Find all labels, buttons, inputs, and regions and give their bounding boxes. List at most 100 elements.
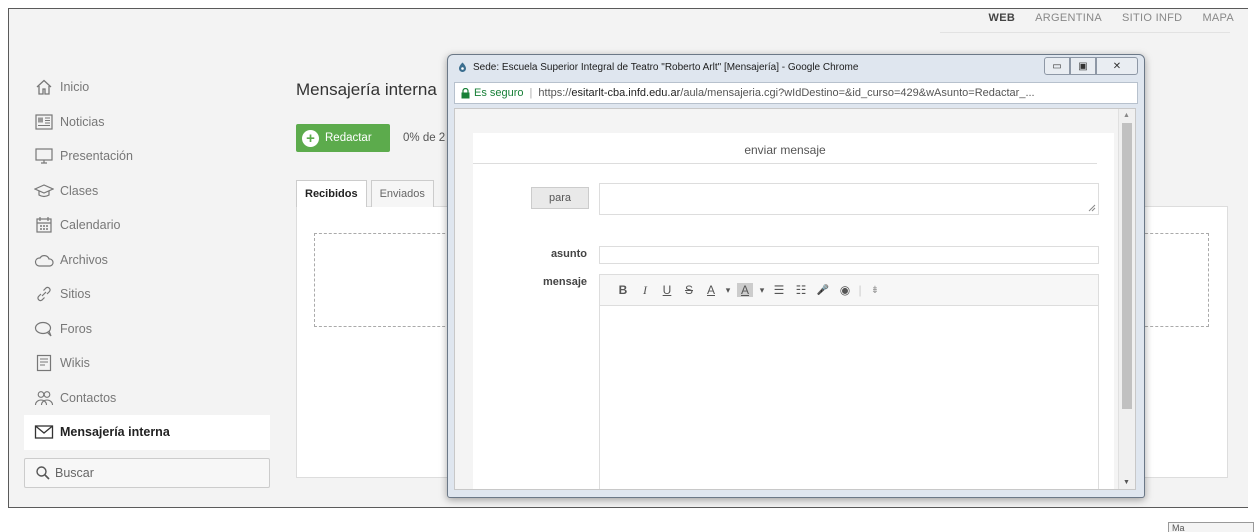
page-title: Mensajería interna — [296, 80, 437, 99]
sidebar-item-label: Contactos — [60, 390, 117, 405]
font-color-button[interactable]: A — [700, 283, 722, 297]
sidebar-item-wikis[interactable]: Wikis — [24, 346, 270, 381]
sidebar-item-label: Sitios — [60, 287, 91, 302]
sidebar-item-calendario[interactable]: Calendario — [24, 208, 270, 243]
compose-button[interactable]: + Redactar — [296, 124, 390, 152]
sidebar-item-label: Mensajería interna — [60, 425, 170, 440]
chat-icon — [34, 319, 54, 339]
envelope-icon — [34, 422, 54, 442]
search-icon — [35, 465, 51, 481]
minimize-icon: ▭ — [1052, 60, 1062, 72]
sidebar-item-inicio[interactable]: Inicio — [24, 70, 270, 105]
message-label: mensaje — [542, 276, 587, 288]
to-button[interactable]: para — [531, 187, 589, 209]
graduation-cap-icon — [34, 181, 54, 201]
popup-scrollbar[interactable]: ▲ ▼ — [1118, 109, 1135, 489]
link-icon — [34, 284, 54, 304]
sidebar-item-mensajeria[interactable]: Mensajería interna — [24, 415, 270, 450]
quota-usage: 0% de 2 — [403, 132, 446, 144]
close-button[interactable]: ✕ — [1096, 57, 1138, 75]
address-url: https://esitarlt-cba.infd.edu.ar/aula/me… — [538, 87, 1035, 99]
top-navigation: WEB ARGENTINA SITIO INFD MAPA — [989, 12, 1234, 24]
corner-tab[interactable]: Ma — [1168, 522, 1254, 532]
popup-content: enviar mensaje para asunto mensaje B I U… — [454, 108, 1136, 490]
microphone-button[interactable]: 🎤 — [812, 285, 834, 296]
minimize-button[interactable]: ▭ — [1044, 57, 1070, 75]
topnav-web[interactable]: WEB — [989, 12, 1016, 24]
lock-icon — [461, 87, 470, 98]
people-icon — [34, 388, 54, 408]
document-icon — [34, 353, 54, 373]
popup-title-bar: Sede: Escuela Superior Integral de Teatr… — [457, 62, 858, 73]
maximize-icon: ▣ — [1078, 60, 1088, 72]
maximize-button[interactable]: ▣ — [1070, 57, 1096, 75]
topnav-divider — [940, 32, 1230, 33]
bold-button[interactable]: B — [612, 283, 634, 297]
preview-button[interactable]: ◉ — [834, 283, 856, 297]
tab-enviados[interactable]: Enviados — [370, 180, 434, 207]
subject-label: asunto — [550, 248, 587, 260]
underline-button[interactable]: U — [656, 283, 678, 297]
calendar-icon — [34, 215, 54, 235]
sidebar-item-contactos[interactable]: Contactos — [24, 381, 270, 416]
chrome-icon — [457, 62, 468, 73]
address-bar[interactable]: Es seguro | https://esitarlt-cba.infd.ed… — [454, 82, 1138, 104]
sidebar-item-label: Presentación — [60, 149, 133, 164]
message-list-area-right — [1140, 233, 1209, 327]
background-color-dropdown[interactable]: ▾ — [756, 285, 768, 296]
message-editor[interactable]: B I U S A ▾ A ▾ ☰ ☷ 🎤 ◉ | ⇟ — [599, 274, 1099, 489]
sidebar-item-label: Wikis — [60, 356, 90, 371]
news-icon — [34, 112, 54, 132]
sidebar: Inicio Noticias Presentación Clases Cale… — [24, 70, 270, 488]
send-message-form: enviar mensaje para asunto mensaje B I U… — [473, 133, 1114, 489]
editor-toolbar: B I U S A ▾ A ▾ ☰ ☷ 🎤 ◉ | ⇟ — [600, 275, 1098, 306]
plus-icon: + — [302, 129, 319, 147]
bulleted-list-button[interactable]: ☰ — [768, 283, 790, 297]
search-button[interactable]: Buscar — [24, 457, 270, 488]
sidebar-item-label: Foros — [60, 321, 92, 336]
background-color-button[interactable]: A — [737, 283, 753, 297]
search-label: Buscar — [55, 465, 94, 480]
compose-label: Redactar — [325, 132, 372, 144]
scroll-up-icon[interactable]: ▲ — [1123, 112, 1130, 119]
more-options-button[interactable]: ⇟ — [864, 285, 886, 296]
scroll-down-icon[interactable]: ▼ — [1123, 479, 1130, 486]
form-divider — [473, 163, 1097, 164]
cloud-icon — [34, 250, 54, 270]
topnav-argentina[interactable]: ARGENTINA — [1035, 12, 1102, 24]
window-controls: ▭ ▣ ✕ — [1044, 57, 1138, 75]
monitor-icon — [34, 146, 54, 166]
sidebar-item-label: Inicio — [60, 80, 90, 95]
sidebar-item-label: Archivos — [60, 252, 108, 267]
scrollbar-thumb[interactable] — [1122, 123, 1132, 409]
secure-indicator[interactable]: Es seguro — [461, 87, 524, 99]
home-icon — [34, 77, 54, 97]
strikethrough-button[interactable]: S — [678, 283, 700, 297]
topnav-sitio-infd[interactable]: SITIO INFD — [1122, 12, 1182, 24]
message-list-area-left — [314, 233, 455, 327]
form-heading: enviar mensaje — [744, 143, 826, 157]
resize-handle-icon[interactable] — [1088, 204, 1096, 212]
compose-popup-window: Sede: Escuela Superior Integral de Teatr… — [447, 54, 1145, 498]
secure-label: Es seguro — [474, 87, 524, 99]
sidebar-item-sitios[interactable]: Sitios — [24, 277, 270, 312]
popup-title: Sede: Escuela Superior Integral de Teatr… — [473, 62, 859, 73]
italic-button[interactable]: I — [634, 283, 656, 298]
mailbox-tabs: Recibidos Enviados — [296, 180, 438, 207]
close-icon: ✕ — [1112, 60, 1122, 72]
sidebar-item-foros[interactable]: Foros — [24, 312, 270, 347]
sidebar-item-label: Clases — [60, 183, 99, 198]
numbered-list-button[interactable]: ☷ — [790, 283, 812, 297]
subject-field[interactable] — [599, 246, 1099, 264]
font-color-dropdown[interactable]: ▾ — [722, 285, 734, 296]
toolbar-separator: | — [858, 283, 862, 297]
sidebar-item-noticias[interactable]: Noticias — [24, 105, 270, 140]
sidebar-item-clases[interactable]: Clases — [24, 174, 270, 209]
sidebar-item-label: Noticias — [60, 114, 105, 129]
sidebar-item-archivos[interactable]: Archivos — [24, 243, 270, 278]
recipient-field[interactable] — [599, 183, 1099, 215]
tab-recibidos[interactable]: Recibidos — [296, 180, 367, 207]
sidebar-item-presentacion[interactable]: Presentación — [24, 139, 270, 174]
topnav-mapa[interactable]: MAPA — [1202, 12, 1234, 24]
address-separator: | — [529, 87, 533, 99]
